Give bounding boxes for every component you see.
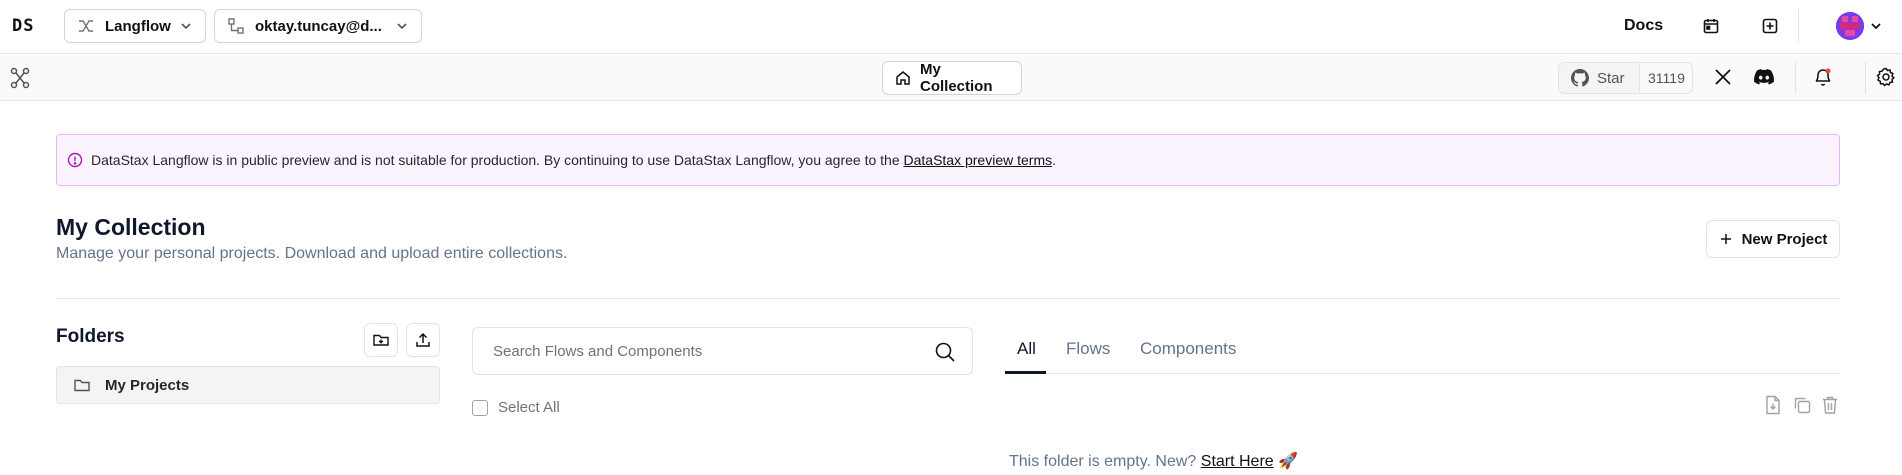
add-folder-button[interactable]: [364, 323, 398, 357]
github-star-label: Star: [1597, 69, 1625, 87]
download-file-icon[interactable]: [1763, 395, 1783, 415]
app-selector-label: Langflow: [105, 17, 171, 35]
upload-icon: [416, 332, 430, 347]
folders-heading: Folders: [56, 326, 125, 347]
folder-item-label: My Projects: [105, 376, 190, 394]
secondary-toolbar: My Collection Star 31119: [0, 55, 1902, 101]
calendar-icon[interactable]: [1699, 14, 1723, 38]
select-all-label: Select All: [498, 399, 560, 416]
active-tab-indicator: [1005, 371, 1046, 374]
duplicate-copy-icon[interactable]: [1792, 395, 1812, 415]
search-icon[interactable]: [934, 341, 956, 363]
select-all-checkbox[interactable]: Select All: [472, 399, 560, 416]
folder-plus-icon: [373, 334, 389, 346]
folder-icon: [73, 376, 91, 394]
tab-all[interactable]: All: [1017, 339, 1036, 359]
new-project-button[interactable]: New Project: [1706, 220, 1840, 258]
github-star-button[interactable]: Star 31119: [1558, 62, 1693, 94]
home-icon: [895, 70, 911, 86]
top-bar: DS Langflow oktay.tuncay@d... Docs: [0, 0, 1902, 54]
folder-item-my-projects[interactable]: My Projects: [56, 366, 440, 404]
new-project-label: New Project: [1741, 230, 1828, 248]
org-tree-icon: [227, 17, 245, 35]
tabs-baseline: [1005, 373, 1840, 374]
notifications-bell-icon[interactable]: [1812, 66, 1834, 88]
github-icon: [1571, 69, 1589, 87]
banner-text: DataStax Langflow is in public preview a…: [91, 152, 904, 168]
langflow-chain-icon[interactable]: [9, 66, 31, 90]
chevron-down-icon: [395, 19, 409, 33]
rocket-icon: 🚀: [1278, 453, 1299, 470]
section-divider: [56, 298, 1840, 299]
x-twitter-icon[interactable]: [1712, 66, 1734, 88]
github-star-count: 31119: [1639, 63, 1692, 93]
preview-terms-link[interactable]: DataStax preview terms: [904, 152, 1053, 168]
settings-gear-icon[interactable]: [1875, 66, 1897, 88]
breadcrumb-label: My Collection: [920, 61, 993, 95]
organization-selector-label: oktay.tuncay@d...: [255, 17, 382, 35]
public-preview-banner: DataStax Langflow is in public preview a…: [56, 134, 1840, 186]
chevron-down-icon: [179, 19, 193, 33]
add-bookmark-icon[interactable]: [1758, 14, 1782, 38]
info-circle-icon: [67, 152, 83, 168]
checkbox[interactable]: [472, 399, 488, 416]
app-selector-dropdown[interactable]: Langflow: [64, 9, 206, 43]
empty-folder-text: This folder is empty. New?: [1009, 453, 1201, 470]
tab-flows[interactable]: Flows: [1066, 339, 1110, 359]
banner-suffix: .: [1052, 152, 1056, 168]
docs-link[interactable]: Docs: [1624, 17, 1663, 35]
search-input[interactable]: [493, 342, 913, 360]
chevron-down-icon[interactable]: [1869, 19, 1883, 38]
page-subtitle: Manage your personal projects. Download …: [56, 245, 568, 262]
divider: [1865, 62, 1866, 94]
tab-components[interactable]: Components: [1140, 339, 1236, 359]
start-here-link[interactable]: Start Here: [1201, 453, 1274, 470]
breadcrumb-my-collection[interactable]: My Collection: [882, 61, 1022, 95]
delete-trash-icon[interactable]: [1820, 395, 1840, 415]
user-avatar[interactable]: [1836, 12, 1864, 40]
page-title: My Collection: [56, 214, 206, 240]
empty-folder-message: This folder is empty. New? Start Here 🚀: [1009, 451, 1298, 471]
upload-folder-button[interactable]: [406, 323, 440, 357]
divider: [1798, 9, 1799, 43]
search-box: [472, 327, 973, 375]
plus-icon: [1719, 232, 1733, 246]
discord-icon[interactable]: [1753, 66, 1775, 88]
langflow-icon: [77, 17, 95, 35]
datastax-logo[interactable]: DS: [12, 16, 34, 36]
divider: [1795, 62, 1796, 94]
organization-selector-dropdown[interactable]: oktay.tuncay@d...: [214, 9, 422, 43]
